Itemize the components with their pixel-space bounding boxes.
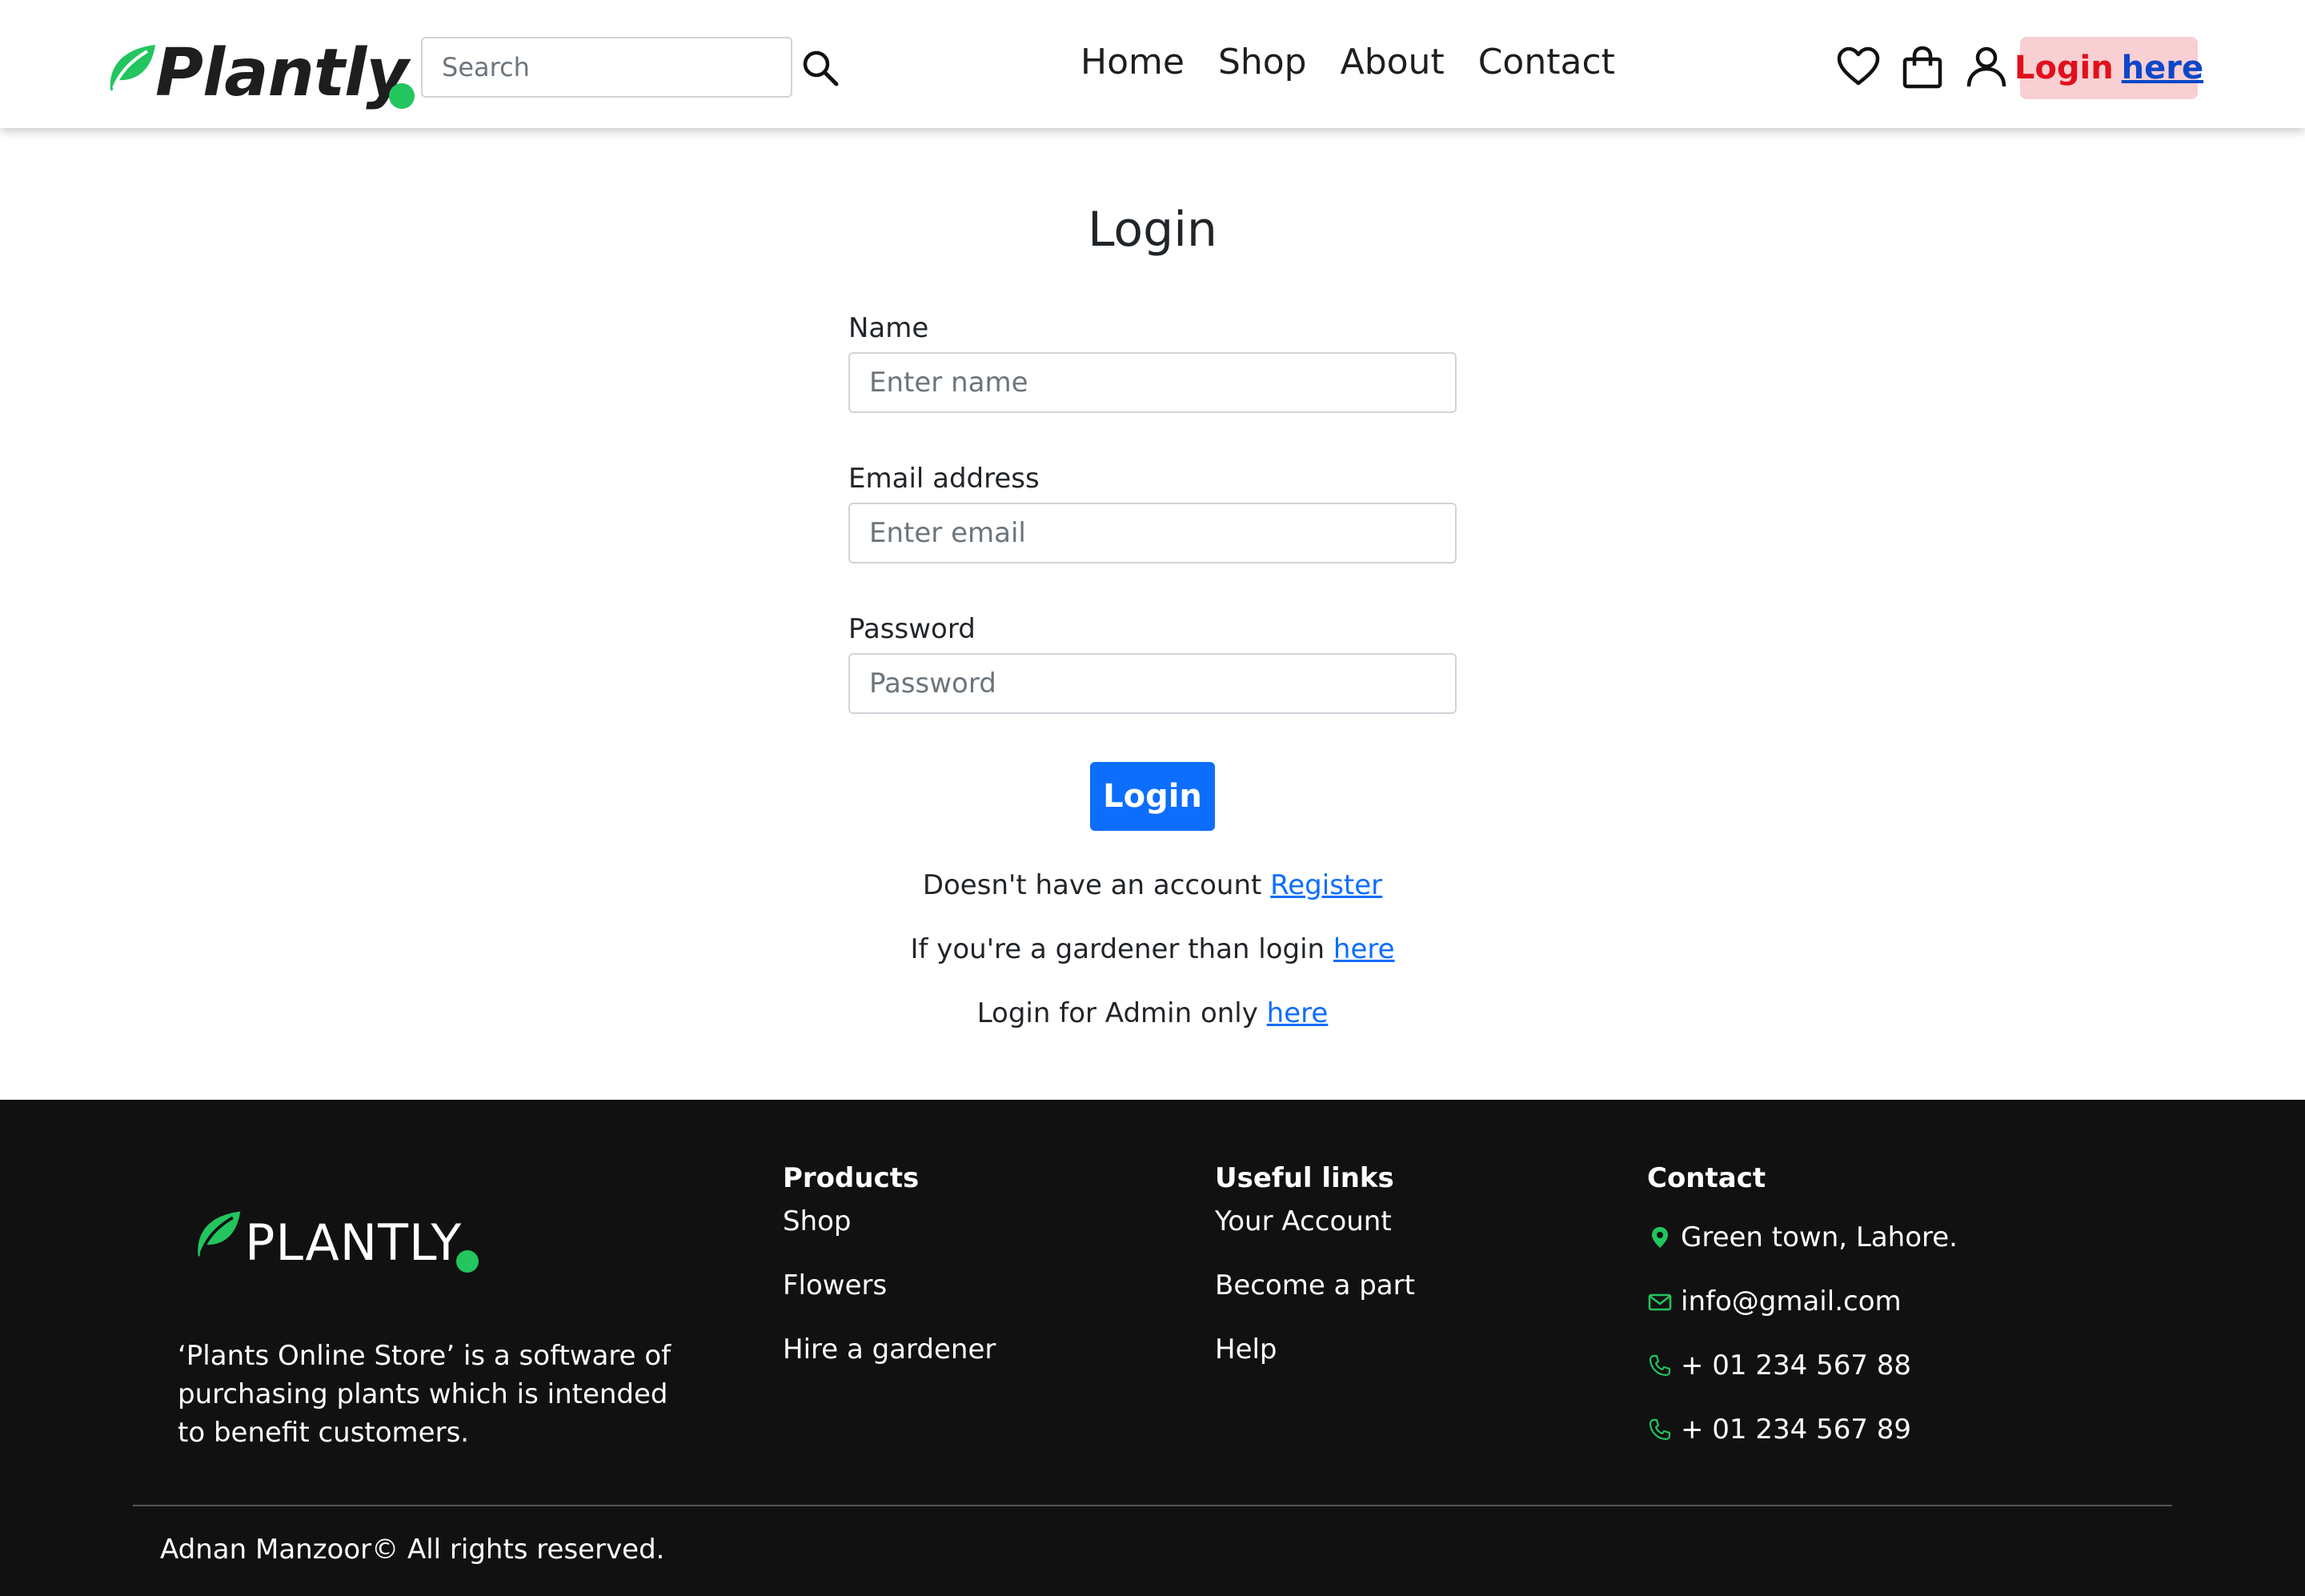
register-prompt: Doesn't have an account Register xyxy=(0,869,2305,901)
footer-link-shop[interactable]: Shop xyxy=(783,1205,996,1269)
register-prompt-text: Doesn't have an account xyxy=(922,869,1271,901)
search-icon[interactable] xyxy=(800,48,840,88)
footer-useful-links-title: Useful links xyxy=(1215,1162,1394,1194)
footer-phone-2: + 01 234 567 89 xyxy=(1647,1398,1958,1462)
nav-about[interactable]: About xyxy=(1341,42,1445,82)
admin-login-link[interactable]: here xyxy=(1267,997,1329,1029)
user-icon[interactable] xyxy=(1964,45,2009,90)
login-badge: Login here xyxy=(2014,37,2203,99)
phone-icon xyxy=(1649,1418,1671,1441)
heart-icon[interactable] xyxy=(1836,45,1881,90)
name-label: Name xyxy=(848,312,929,344)
phone-icon xyxy=(1649,1354,1671,1377)
footer-products-title: Products xyxy=(783,1162,920,1194)
leaf-icon xyxy=(110,45,155,91)
leaf-icon xyxy=(198,1211,241,1257)
gardener-login-prompt: If you're a gardener than login here xyxy=(0,933,2305,965)
footer-products-column: Products Shop Flowers Hire a gardener xyxy=(783,1162,996,1398)
footer-link-help[interactable]: Help xyxy=(1215,1333,1415,1398)
main-nav: Home Shop About Contact xyxy=(1080,42,1615,82)
mail-icon xyxy=(1648,1293,1672,1311)
footer-link-flowers[interactable]: Flowers xyxy=(783,1269,996,1333)
name-input[interactable] xyxy=(848,352,1457,413)
name-field-group: Name xyxy=(848,312,1457,413)
nav-home[interactable]: Home xyxy=(1080,42,1185,82)
site-header: Plantly Home Shop About Contact Login he… xyxy=(0,0,2305,128)
gardener-login-link[interactable]: here xyxy=(1333,933,1395,965)
login-here-link[interactable]: here xyxy=(2122,50,2203,86)
login-section: Login Name Email address Password Login … xyxy=(0,128,2305,1100)
password-field-group: Password xyxy=(848,613,1457,714)
footer-about-text: ‘Plants Online Store’ is a software of p… xyxy=(178,1340,671,1449)
search-input[interactable] xyxy=(421,37,792,98)
brand-dot xyxy=(389,83,415,109)
email-input[interactable] xyxy=(848,503,1457,563)
footer-copyright: Adnan Manzoor© All rights reserved. xyxy=(160,1534,665,1566)
footer-contact-column: Contact Green town, Lahore. info@gmail.c… xyxy=(1647,1162,1958,1462)
footer-brand-name: PLANTLY xyxy=(245,1213,463,1272)
page-title: Login xyxy=(1088,202,1217,258)
register-link[interactable]: Register xyxy=(1270,869,1382,901)
shopping-bag-icon[interactable] xyxy=(1900,45,1945,90)
footer-address: Green town, Lahore. xyxy=(1647,1205,1958,1269)
password-input[interactable] xyxy=(848,653,1457,714)
nav-contact[interactable]: Contact xyxy=(1478,42,1615,82)
footer-email: info@gmail.com xyxy=(1647,1269,1958,1333)
site-footer: PLANTLY ‘Plants Online Store’ is a softw… xyxy=(0,1100,2305,1596)
login-label: Login xyxy=(2014,50,2114,86)
footer-email-text[interactable]: info@gmail.com xyxy=(1681,1285,1902,1317)
footer-link-your-account[interactable]: Your Account xyxy=(1215,1205,1415,1269)
email-label: Email address xyxy=(848,463,1040,495)
footer-brand-dot xyxy=(456,1250,479,1273)
login-submit-button[interactable]: Login xyxy=(1090,762,1215,831)
footer-link-become-a-part[interactable]: Become a part xyxy=(1215,1269,1415,1333)
footer-divider xyxy=(133,1505,2172,1506)
footer-phone-1: + 01 234 567 88 xyxy=(1647,1333,1958,1398)
gardener-prompt-text: If you're a gardener than login xyxy=(910,933,1333,965)
footer-link-hire-gardener[interactable]: Hire a gardener xyxy=(783,1333,996,1398)
footer-contact-title: Contact xyxy=(1647,1162,1766,1194)
password-label: Password xyxy=(848,613,976,645)
brand-name: Plantly xyxy=(155,35,409,111)
email-field-group: Email address xyxy=(848,463,1457,563)
footer-phone-2-text[interactable]: + 01 234 567 89 xyxy=(1681,1414,1911,1446)
admin-login-prompt: Login for Admin only here xyxy=(0,997,2305,1029)
footer-phone-1-text[interactable]: + 01 234 567 88 xyxy=(1681,1349,1911,1381)
footer-address-text: Green town, Lahore. xyxy=(1681,1221,1958,1253)
footer-useful-links-column: Useful links Your Account Become a part … xyxy=(1215,1162,1415,1398)
map-pin-icon xyxy=(1652,1227,1668,1248)
nav-shop[interactable]: Shop xyxy=(1218,42,1307,82)
admin-prompt-text: Login for Admin only xyxy=(976,997,1267,1029)
